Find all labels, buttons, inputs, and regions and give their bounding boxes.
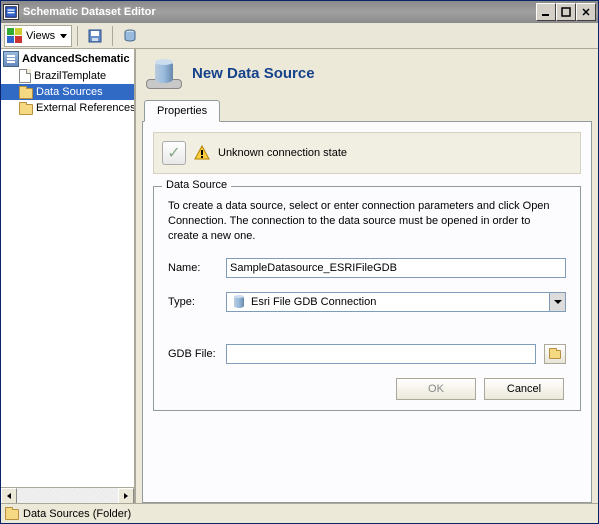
- save-button[interactable]: [83, 25, 107, 47]
- folder-icon: [19, 88, 33, 99]
- tree-item-braziltemplate[interactable]: BrazilTemplate: [1, 68, 134, 84]
- gdbfile-input[interactable]: [226, 344, 536, 364]
- sidebar-hscroll[interactable]: [1, 487, 134, 503]
- tree-view: AdvancedSchematic BrazilTemplate Data So…: [1, 49, 134, 487]
- toolbar: Views: [1, 23, 598, 49]
- folder-open-icon: [549, 350, 561, 359]
- warning-icon: [194, 145, 210, 161]
- page-title: New Data Source: [192, 65, 315, 82]
- views-dropdown[interactable]: Views: [4, 25, 72, 47]
- sidebar: AdvancedSchematic BrazilTemplate Data So…: [1, 49, 136, 503]
- close-button[interactable]: [576, 3, 596, 21]
- title-bar: Schematic Dataset Editor: [1, 1, 598, 23]
- views-icon: [7, 28, 23, 44]
- tree-item-datasources[interactable]: Data Sources: [1, 84, 134, 100]
- connection-status: ✓ Unknown connection state: [153, 132, 581, 174]
- fieldset-description: To create a data source, select or enter…: [168, 199, 566, 244]
- tab-label: Properties: [157, 105, 207, 117]
- tree-root-label: AdvancedSchematic: [22, 53, 130, 65]
- content-header: New Data Source: [142, 55, 592, 99]
- schematic-icon: [3, 51, 19, 67]
- tab-properties[interactable]: Properties: [144, 100, 220, 122]
- tree-item-externalrefs[interactable]: External References: [1, 100, 134, 116]
- app-icon: [3, 4, 19, 20]
- datasource-icon: [122, 28, 138, 44]
- name-label: Name:: [168, 262, 222, 274]
- status-text: Unknown connection state: [218, 147, 347, 159]
- check-icon: ✓: [162, 141, 186, 165]
- tree-item-label: BrazilTemplate: [34, 70, 106, 82]
- chevron-down-icon: [549, 293, 565, 311]
- type-label: Type:: [168, 296, 222, 308]
- properties-panel: ✓ Unknown connection state Data Source T…: [142, 121, 592, 503]
- name-input[interactable]: [226, 258, 566, 278]
- chevron-down-icon: [60, 34, 67, 38]
- type-select[interactable]: Esri File GDB Connection: [226, 292, 566, 312]
- toolbar-separator: [112, 26, 113, 46]
- folder-icon: [19, 104, 33, 115]
- scroll-left-button[interactable]: [1, 488, 17, 504]
- content-panel: New Data Source Properties ✓ Unknown con…: [136, 49, 598, 503]
- save-icon: [87, 28, 103, 44]
- ok-button[interactable]: OK: [396, 378, 476, 400]
- tree-item-label: Data Sources: [36, 86, 103, 98]
- minimize-button[interactable]: [536, 3, 556, 21]
- gdb-icon: [231, 294, 247, 310]
- datasource-large-icon: [146, 57, 182, 89]
- status-bar: Data Sources (Folder): [1, 503, 598, 523]
- tree-item-label: External References: [36, 102, 134, 114]
- tree-root[interactable]: AdvancedSchematic: [1, 50, 134, 68]
- cancel-button[interactable]: Cancel: [484, 378, 564, 400]
- gdbfile-label: GDB File:: [168, 348, 222, 360]
- fieldset-legend: Data Source: [162, 179, 231, 191]
- type-value: Esri File GDB Connection: [251, 296, 549, 308]
- statusbar-text: Data Sources (Folder): [23, 508, 131, 520]
- maximize-button[interactable]: [556, 3, 576, 21]
- new-datasource-button[interactable]: [118, 25, 142, 47]
- views-label: Views: [26, 30, 55, 42]
- toolbar-separator: [77, 26, 78, 46]
- tab-bar: Properties: [142, 99, 592, 121]
- datasource-fieldset: Data Source To create a data source, sel…: [153, 186, 581, 411]
- scroll-right-button[interactable]: [118, 488, 134, 504]
- folder-icon: [5, 509, 19, 520]
- document-icon: [19, 69, 31, 83]
- browse-button[interactable]: [544, 344, 566, 364]
- scroll-track[interactable]: [17, 488, 118, 503]
- window-title: Schematic Dataset Editor: [23, 6, 536, 18]
